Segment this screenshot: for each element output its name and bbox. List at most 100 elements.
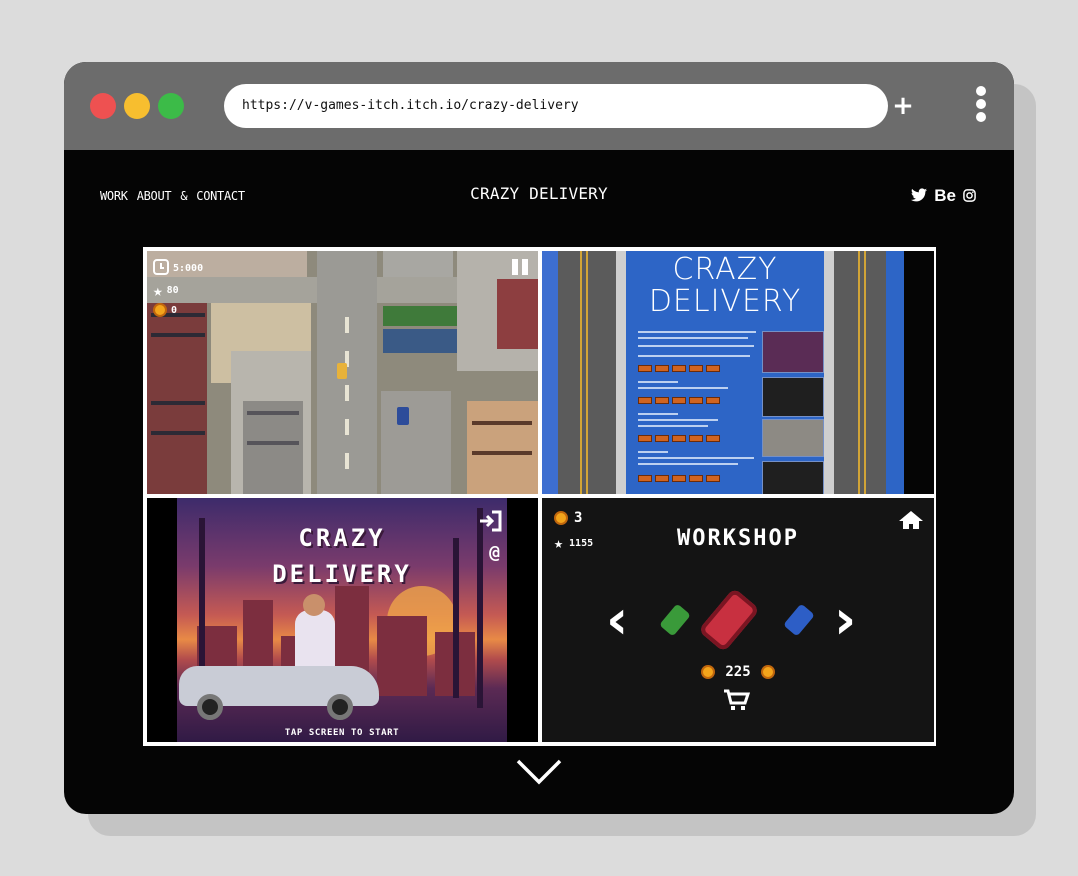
building [147,303,207,494]
social-links: Be [911,186,976,206]
character-head [303,594,325,616]
road-edge [886,251,904,494]
building [381,391,451,494]
tree-row [383,306,463,326]
clock-icon [153,259,169,278]
maximize-window-button[interactable] [158,93,184,119]
lane-marking [345,419,349,435]
coin-count: 3 [574,510,583,526]
itch-page-title-line1: CRAZY [672,252,778,287]
text-line [638,387,728,389]
hud-stars: ★ 80 [153,281,179,300]
game-title-line2: DELIVERY [272,560,412,588]
mini-screenshot [762,419,824,457]
browser-titlebar: https://v-games-itch.itch.io/crazy-deliv… [64,62,1014,150]
player-car [337,363,347,379]
browser-window: https://v-games-itch.itch.io/crazy-deliv… [64,62,1014,814]
mini-screenshot [762,461,824,494]
workshop-screenshot[interactable]: 3 ★ 1155 WORKSHOP ‹ › 225 [542,498,934,742]
kebab-dot-icon [976,112,986,122]
mini-screenshot [762,377,824,417]
hud-coins: 0 [153,303,177,317]
text-line [638,345,754,347]
text-line [638,425,708,427]
text-line [638,451,668,453]
itch-page-title-line2: DELIVERY [648,284,802,319]
pause-icon [512,259,528,275]
lane-marking [345,453,349,469]
at-icon: @ [489,542,500,563]
car [397,407,409,425]
coin-icon [760,665,775,679]
text-line [638,457,754,459]
mini-screenshot [762,331,824,373]
window-row [472,421,532,425]
chevron-left-icon: ‹ [606,588,629,651]
chevron-right-icon: › [834,588,857,651]
shopping-cart-icon [722,688,751,716]
new-tab-button[interactable]: + [892,88,914,124]
page-title: CRAZY DELIVERY [470,184,608,203]
behance-link[interactable]: Be [934,186,956,206]
coin-counter: 3 [554,510,582,526]
button-row [638,397,720,404]
hud-stars-value: 80 [166,285,179,296]
login-icon [478,510,502,536]
lane-marking [345,317,349,333]
gameplay-screenshot[interactable]: 5:000 ★ 80 0 [147,251,538,494]
instagram-icon[interactable] [963,187,976,206]
title-screen-screenshot[interactable]: CRAZY DELIVERY @ TAP SCREEN TO START [147,498,538,742]
text-line [638,463,738,465]
building [467,401,538,494]
page-edge [904,251,934,494]
building [383,329,463,353]
road-edge [542,251,558,494]
chevron-down-icon[interactable] [515,758,563,786]
hud-time-value: 5:000 [173,263,204,274]
road-curb [824,251,834,494]
price-row: 225 [542,664,934,680]
button-row [638,365,720,372]
text-line [638,331,756,333]
coin-icon [554,511,568,525]
button-row [638,475,720,482]
tap-to-start-text: TAP SCREEN TO START [284,728,400,738]
kebab-dot-icon [976,99,986,109]
text-line [638,337,748,339]
car-green [659,603,691,637]
minimize-window-button[interactable] [124,93,150,119]
building [497,279,538,349]
twitter-icon[interactable] [911,187,928,206]
address-bar[interactable]: https://v-games-itch.itch.io/crazy-deliv… [224,84,888,128]
window-row [151,431,205,435]
car-wheel [197,694,223,720]
itch-page-screenshot[interactable]: CRAZY DELIVERY [542,251,934,494]
road-line [864,251,866,494]
car-blue [783,603,815,637]
star-icon: ★ [153,281,163,300]
building [383,251,453,277]
car-price: 225 [725,664,751,680]
close-window-button[interactable] [90,93,116,119]
button-row [638,435,720,442]
text-line [638,381,678,383]
text-line [638,355,750,357]
hud-coins-value: 0 [171,304,178,316]
text-line [638,419,718,421]
window-row [472,451,532,455]
coin-icon [701,665,716,679]
lane-marking [345,385,349,401]
window-row [247,411,299,415]
road-line [586,251,588,494]
hud-timer: 5:000 [153,259,203,278]
skyline-building [377,616,427,696]
car-selected [697,587,761,653]
coin-icon [153,303,167,317]
browser-menu-button[interactable] [974,86,988,126]
workshop-title: WORKSHOP [677,526,799,551]
road-curb [616,251,626,494]
text-line [638,413,678,415]
screenshot-gallery: 5:000 ★ 80 0 CRAZY DELIVERY CRAZY DELIVE… [143,247,936,746]
window-row [151,333,205,337]
window-row [247,441,299,445]
